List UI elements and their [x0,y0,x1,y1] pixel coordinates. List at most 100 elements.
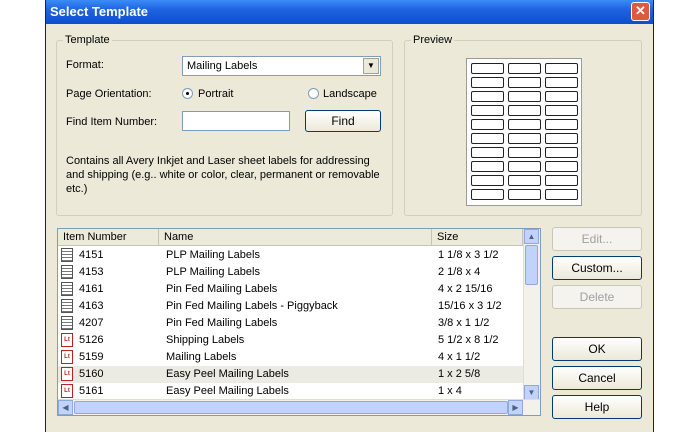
label-lt-icon: Lt [61,367,73,381]
preview-label-cell [471,147,504,158]
preview-label-cell [471,161,504,172]
item-number-cell: 5126 [79,334,104,346]
scroll-up-icon[interactable]: ▲ [524,229,539,244]
name-cell: Easy Peel Mailing Labels [166,368,289,380]
column-header-size[interactable]: Size [432,229,523,246]
portrait-radio[interactable] [182,88,193,99]
title-bar[interactable]: Select Template ✕ [46,0,653,24]
find-item-number-input[interactable] [182,111,290,131]
close-icon[interactable]: ✕ [631,2,650,21]
size-cell: 1 x 4 [438,385,462,397]
template-list[interactable]: Item Number Name Size 4151 PLP Mailing La… [57,228,541,416]
scroll-left-icon[interactable]: ◀ [58,400,73,415]
preview-label-cell [545,91,578,102]
preview-label-cell [545,133,578,144]
item-number-cell: 5160 [79,368,104,380]
ok-button[interactable]: OK [552,337,642,361]
preview-label-cell [508,77,541,88]
table-row[interactable]: 4163 Pin Fed Mailing Labels - Piggyback 15… [58,298,523,315]
document-icon [61,316,73,330]
custom-button[interactable]: Custom... [552,256,642,280]
preview-label-cell [545,77,578,88]
portrait-label[interactable]: Portrait [198,88,233,100]
template-description: Contains all Avery Inkjet and Laser shee… [66,155,380,195]
chevron-down-icon[interactable]: ▼ [363,58,379,74]
table-row[interactable]: 4153 PLP Mailing Labels 2 1/8 x 4 [58,264,523,281]
help-button[interactable]: Help [552,395,642,419]
size-cell: 15/16 x 3 1/2 [438,300,502,312]
label-lt-icon: Lt [61,333,73,347]
preview-label-cell [545,175,578,186]
edit-button[interactable]: Edit... [552,227,642,251]
table-row[interactable]: Lt 5161 Easy Peel Mailing Labels 1 x 4 [58,383,523,400]
window-title: Select Template [50,4,149,19]
format-select[interactable]: Mailing Labels ▼ [182,56,381,76]
scroll-down-icon[interactable]: ▼ [524,385,539,400]
preview-label-cell [471,133,504,144]
document-icon [61,248,73,262]
landscape-radio[interactable] [308,88,319,99]
preview-label-cell [471,63,504,74]
document-icon [61,265,73,279]
item-number-cell: 4161 [79,283,104,295]
template-group-legend: Template [65,34,110,46]
name-cell: PLP Mailing Labels [166,266,260,278]
item-number-cell: 4207 [79,317,104,329]
page-orientation-label: Page Orientation: [66,88,152,100]
preview-label-cell [508,161,541,172]
item-number-cell: 5159 [79,351,104,363]
preview-label-cell [471,77,504,88]
preview-label-cell [508,189,541,200]
table-row[interactable]: Lt 5159 Mailing Labels 4 x 1 1/2 [58,349,523,366]
vertical-scrollbar[interactable]: ▲ ▼ [523,229,540,400]
preview-label-cell [508,175,541,186]
size-cell: 2 1/8 x 4 [438,266,481,278]
name-cell: Pin Fed Mailing Labels [166,283,278,295]
item-number-cell: 5161 [79,385,104,397]
preview-label-cell [545,189,578,200]
preview-label-sheet [466,58,582,206]
scroll-right-icon[interactable]: ▶ [508,400,523,415]
preview-label-cell [545,119,578,130]
landscape-label[interactable]: Landscape [323,88,377,100]
preview-group-legend: Preview [413,34,453,46]
name-cell: PLP Mailing Labels [166,249,260,261]
preview-label-cell [508,119,541,130]
label-lt-icon: Lt [61,384,73,398]
name-cell: Easy Peel Mailing Labels [166,385,289,397]
size-cell: 1 1/8 x 3 1/2 [438,249,499,261]
item-number-cell: 4153 [79,266,104,278]
preview-label-cell [545,147,578,158]
table-row[interactable]: Lt 5160 Easy Peel Mailing Labels 1 x 2 5/8 [58,366,523,383]
table-row[interactable]: 4161 Pin Fed Mailing Labels 4 x 2 15/16 [58,281,523,298]
preview-label-cell [508,133,541,144]
size-cell: 4 x 1 1/2 [438,351,481,363]
preview-label-cell [545,161,578,172]
find-button[interactable]: Find [305,110,381,132]
horizontal-scrollbar[interactable]: ◀ ▶ [58,399,540,415]
name-cell: Shipping Labels [166,334,245,346]
preview-label-cell [508,63,541,74]
preview-label-cell [471,105,504,116]
document-icon [61,282,73,296]
preview-label-cell [508,147,541,158]
table-row[interactable]: Lt 5126 Shipping Labels 5 1/2 x 8 1/2 [58,332,523,349]
cancel-button[interactable]: Cancel [552,366,642,390]
preview-label-cell [471,91,504,102]
item-number-cell: 4163 [79,300,104,312]
find-item-number-label: Find Item Number: [66,116,158,128]
preview-label-cell [471,119,504,130]
column-header-item-number[interactable]: Item Number [58,229,159,246]
preview-label-cell [508,105,541,116]
column-header-name[interactable]: Name [159,229,432,246]
preview-label-cell [545,105,578,116]
preview-label-cell [508,91,541,102]
table-row[interactable]: 4207 Pin Fed Mailing Labels 3/8 x 1 1/2 [58,315,523,332]
vertical-scroll-thumb[interactable] [525,245,538,285]
table-row[interactable]: 4151 PLP Mailing Labels 1 1/8 x 3 1/2 [58,247,523,264]
size-cell: 5 1/2 x 8 1/2 [438,334,499,346]
name-cell: Pin Fed Mailing Labels - Piggyback [166,300,338,312]
size-cell: 3/8 x 1 1/2 [438,317,490,329]
horizontal-scroll-thumb[interactable] [74,401,508,414]
delete-button[interactable]: Delete [552,285,642,309]
